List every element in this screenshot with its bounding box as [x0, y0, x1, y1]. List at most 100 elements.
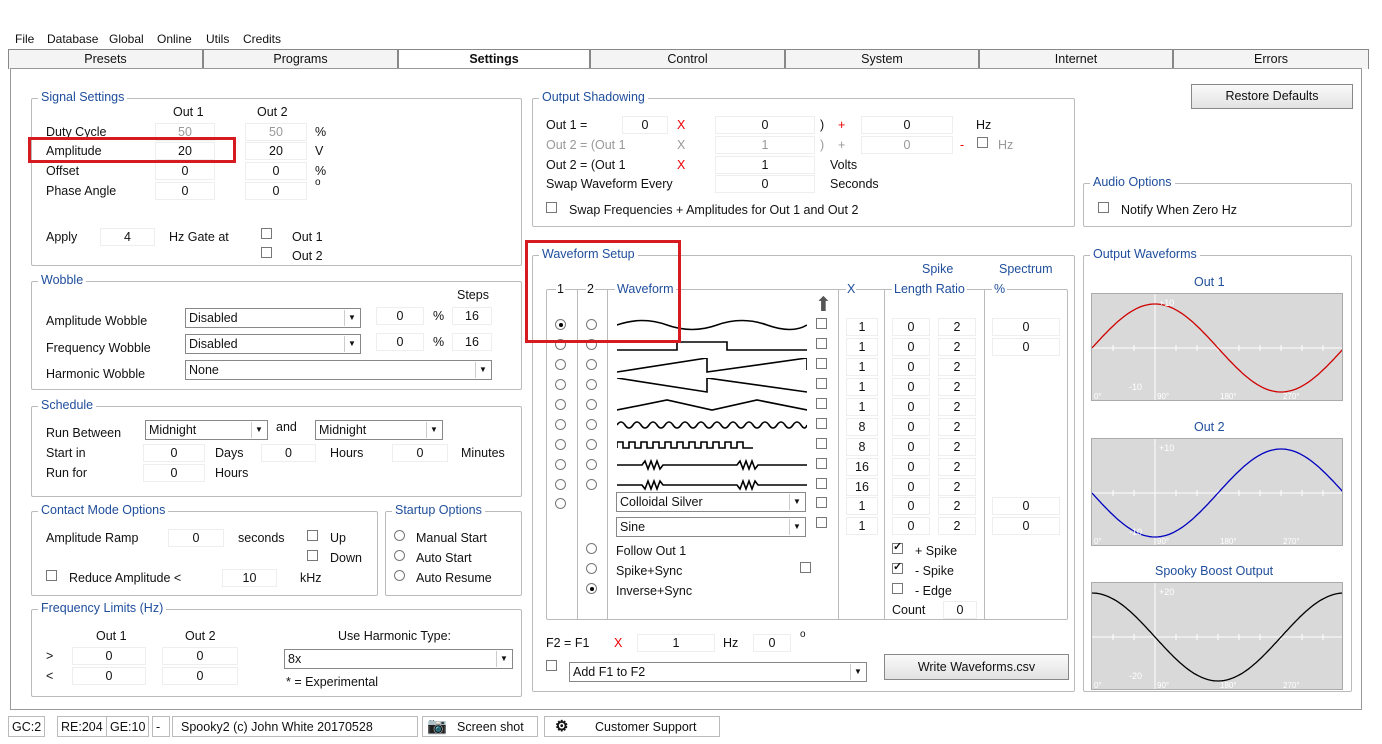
- amplitude-out2-field[interactable]: 20: [245, 142, 307, 160]
- wf-x-field[interactable]: 1: [846, 398, 878, 416]
- wf-x-field[interactable]: 1: [846, 358, 878, 376]
- up-checkbox[interactable]: [307, 530, 318, 541]
- wf-row-checkbox[interactable]: [816, 378, 827, 389]
- wf-len-field[interactable]: 0: [892, 497, 930, 515]
- harm-wobble-select[interactable]: None ▼: [185, 360, 492, 380]
- f2-multiplier-field[interactable]: 1: [637, 634, 715, 652]
- start-days-field[interactable]: 0: [143, 444, 205, 462]
- wf-row-checkbox[interactable]: [816, 497, 827, 508]
- start-hours-field[interactable]: 0: [261, 444, 316, 462]
- waveform-select-1[interactable]: Colloidal Silver ▼: [616, 492, 806, 512]
- wf-len-field[interactable]: 0: [892, 358, 930, 376]
- fl-gt-out1[interactable]: 0: [72, 647, 146, 665]
- wf-out1-radio[interactable]: [555, 379, 566, 390]
- screenshot-button[interactable]: 📷 Screen shot: [422, 716, 538, 737]
- offset-out1-field[interactable]: 0: [155, 162, 215, 180]
- wf-row-checkbox[interactable]: [816, 318, 827, 329]
- menu-database[interactable]: Database: [47, 32, 98, 46]
- wf-spectrum-field[interactable]: 0: [992, 338, 1060, 356]
- freq-wobble-select[interactable]: Disabled ▼: [185, 334, 361, 354]
- wf-ratio-field[interactable]: 2: [938, 517, 976, 535]
- add-f1-checkbox[interactable]: [546, 660, 557, 671]
- wf-x-field[interactable]: 1: [846, 318, 878, 336]
- customer-support-button[interactable]: ⚙ Customer Support: [544, 716, 720, 737]
- wf-out2-radio[interactable]: [586, 399, 597, 410]
- wf-ratio-field[interactable]: 2: [938, 318, 976, 336]
- wf-out2-radio[interactable]: [586, 439, 597, 450]
- menu-global[interactable]: Global: [109, 32, 144, 46]
- wf-len-field[interactable]: 0: [892, 438, 930, 456]
- wf-out1-radio[interactable]: [555, 419, 566, 430]
- wf-row-checkbox[interactable]: [816, 418, 827, 429]
- follow-out1-radio[interactable]: [586, 543, 597, 554]
- shadow-r2-c[interactable]: 0: [861, 136, 953, 154]
- notify-zero-hz-checkbox[interactable]: [1098, 202, 1109, 213]
- offset-out2-field[interactable]: 0: [245, 162, 307, 180]
- tab-presets[interactable]: Presets: [8, 49, 203, 69]
- wf-row-checkbox[interactable]: [816, 338, 827, 349]
- amp-wobble-select[interactable]: Disabled ▼: [185, 308, 361, 328]
- wf-row-checkbox[interactable]: [816, 458, 827, 469]
- wf-ratio-field[interactable]: 2: [938, 358, 976, 376]
- start-minutes-field[interactable]: 0: [392, 444, 448, 462]
- waveform-select-2[interactable]: Sine ▼: [616, 517, 806, 537]
- wf-x-field[interactable]: 1: [846, 338, 878, 356]
- wf-ratio-field[interactable]: 2: [938, 378, 976, 396]
- fl-gt-out2[interactable]: 0: [162, 647, 238, 665]
- wf-ratio-field[interactable]: 2: [938, 478, 976, 496]
- tab-system[interactable]: System: [785, 49, 979, 69]
- wf-spectrum-field[interactable]: 0: [992, 318, 1060, 336]
- write-waveforms-button[interactable]: Write Waveforms.csv: [884, 654, 1069, 680]
- add-f1-select[interactable]: Add F1 to F2 ▼: [569, 662, 867, 682]
- down-checkbox[interactable]: [307, 550, 318, 561]
- wf-out1-radio[interactable]: [555, 399, 566, 410]
- run-hours-field[interactable]: 0: [143, 464, 205, 482]
- f2-degree-field[interactable]: 0: [753, 634, 791, 652]
- wf-out2-radio[interactable]: [586, 379, 597, 390]
- wf-x-field[interactable]: 8: [846, 438, 878, 456]
- wf-out2-radio[interactable]: [586, 419, 597, 430]
- count-field[interactable]: 0: [943, 601, 977, 619]
- wf-len-field[interactable]: 0: [892, 398, 930, 416]
- fl-lt-out2[interactable]: 0: [162, 667, 238, 685]
- wf-ratio-field[interactable]: 2: [938, 497, 976, 515]
- run-from-select[interactable]: Midnight ▼: [145, 420, 268, 440]
- wf-len-field[interactable]: 0: [892, 318, 930, 336]
- wf-ratio-field[interactable]: 2: [938, 458, 976, 476]
- menu-file[interactable]: File: [15, 32, 34, 46]
- tab-programs[interactable]: Programs: [203, 49, 398, 69]
- wf-ratio-field[interactable]: 2: [938, 438, 976, 456]
- wf-ratio-field[interactable]: 2: [938, 338, 976, 356]
- reduce-amp-field[interactable]: 10: [222, 569, 277, 587]
- wf-out1-radio[interactable]: [555, 498, 566, 509]
- shadow-r1-c[interactable]: 0: [861, 116, 953, 134]
- wf-out1-radio[interactable]: [555, 459, 566, 470]
- apply-field[interactable]: 4: [100, 228, 155, 246]
- shadow-r3-b[interactable]: 1: [715, 156, 815, 174]
- wf-out2-radio[interactable]: [586, 359, 597, 370]
- wf-row-checkbox[interactable]: [816, 478, 827, 489]
- tab-control[interactable]: Control: [590, 49, 785, 69]
- wf-out2-radio[interactable]: [586, 459, 597, 470]
- restore-defaults-button[interactable]: Restore Defaults: [1191, 84, 1353, 109]
- tab-internet[interactable]: Internet: [979, 49, 1173, 69]
- wf-out1-radio[interactable]: [555, 479, 566, 490]
- up-arrow-icon[interactable]: ⬆: [815, 292, 832, 317]
- shadow-r2-b[interactable]: 1: [715, 136, 815, 154]
- shadow-r1-b[interactable]: 0: [715, 116, 815, 134]
- shadow-r2-checkbox[interactable]: [977, 137, 988, 148]
- tab-errors[interactable]: Errors: [1173, 49, 1369, 69]
- wf-x-field[interactable]: 1: [846, 497, 878, 515]
- auto-resume-radio[interactable]: [394, 570, 405, 581]
- manual-start-radio[interactable]: [394, 530, 405, 541]
- wf-row-checkbox[interactable]: [816, 517, 827, 528]
- auto-start-radio[interactable]: [394, 550, 405, 561]
- wf-row-checkbox[interactable]: [816, 358, 827, 369]
- wf-ratio-field[interactable]: 2: [938, 398, 976, 416]
- wf-ratio-field[interactable]: 2: [938, 418, 976, 436]
- wf-spectrum-field[interactable]: 0: [992, 497, 1060, 515]
- menu-credits[interactable]: Credits: [243, 32, 281, 46]
- run-to-select[interactable]: Midnight ▼: [315, 420, 443, 440]
- wf-out1-radio[interactable]: [555, 359, 566, 370]
- reduce-amp-checkbox[interactable]: [46, 570, 57, 581]
